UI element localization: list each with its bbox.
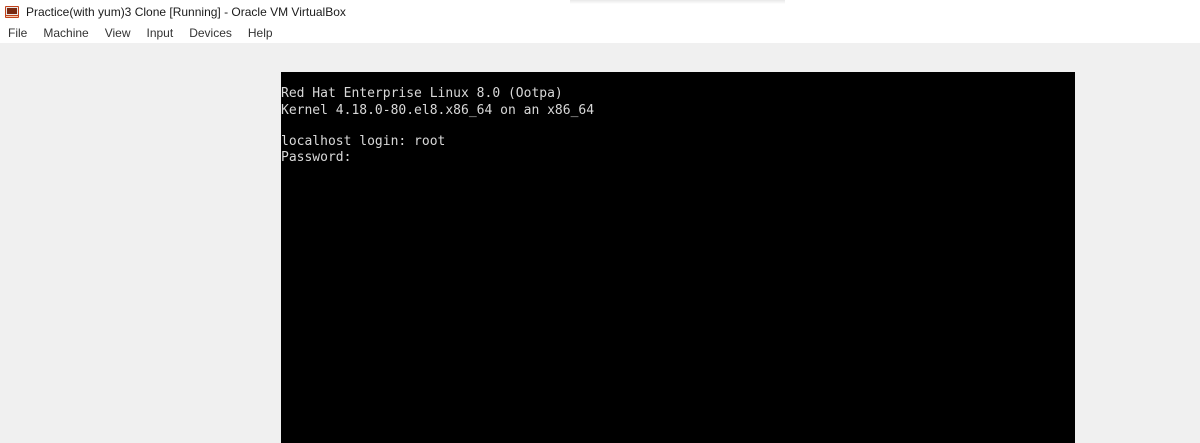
menu-devices[interactable]: Devices: [181, 24, 240, 43]
vm-console-screen[interactable]: Red Hat Enterprise Linux 8.0 (Ootpa) Ker…: [281, 72, 1075, 443]
console-line-login[interactable]: localhost login: root: [281, 134, 445, 150]
menu-input[interactable]: Input: [139, 24, 182, 43]
menu-help[interactable]: Help: [240, 24, 281, 43]
console-line-password[interactable]: Password:: [281, 150, 351, 166]
console-line-kernel: Kernel 4.18.0-80.el8.x86_64 on an x86_64: [281, 103, 595, 118]
console-line-os: Red Hat Enterprise Linux 8.0 (Ootpa): [281, 86, 563, 101]
title-shadow: [570, 0, 785, 4]
virtualbox-app-icon[interactable]: [4, 4, 20, 20]
title-bar[interactable]: Practice(with yum)3 Clone [Running] - Or…: [0, 0, 1200, 24]
menu-machine[interactable]: Machine: [35, 24, 96, 43]
window-title: Practice(with yum)3 Clone [Running] - Or…: [26, 5, 346, 19]
virtualbox-window: Practice(with yum)3 Clone [Running] - Or…: [0, 0, 1200, 443]
menu-file[interactable]: File: [0, 24, 35, 43]
menu-bar: File Machine View Input Devices Help: [0, 24, 1200, 43]
menu-view[interactable]: View: [97, 24, 139, 43]
